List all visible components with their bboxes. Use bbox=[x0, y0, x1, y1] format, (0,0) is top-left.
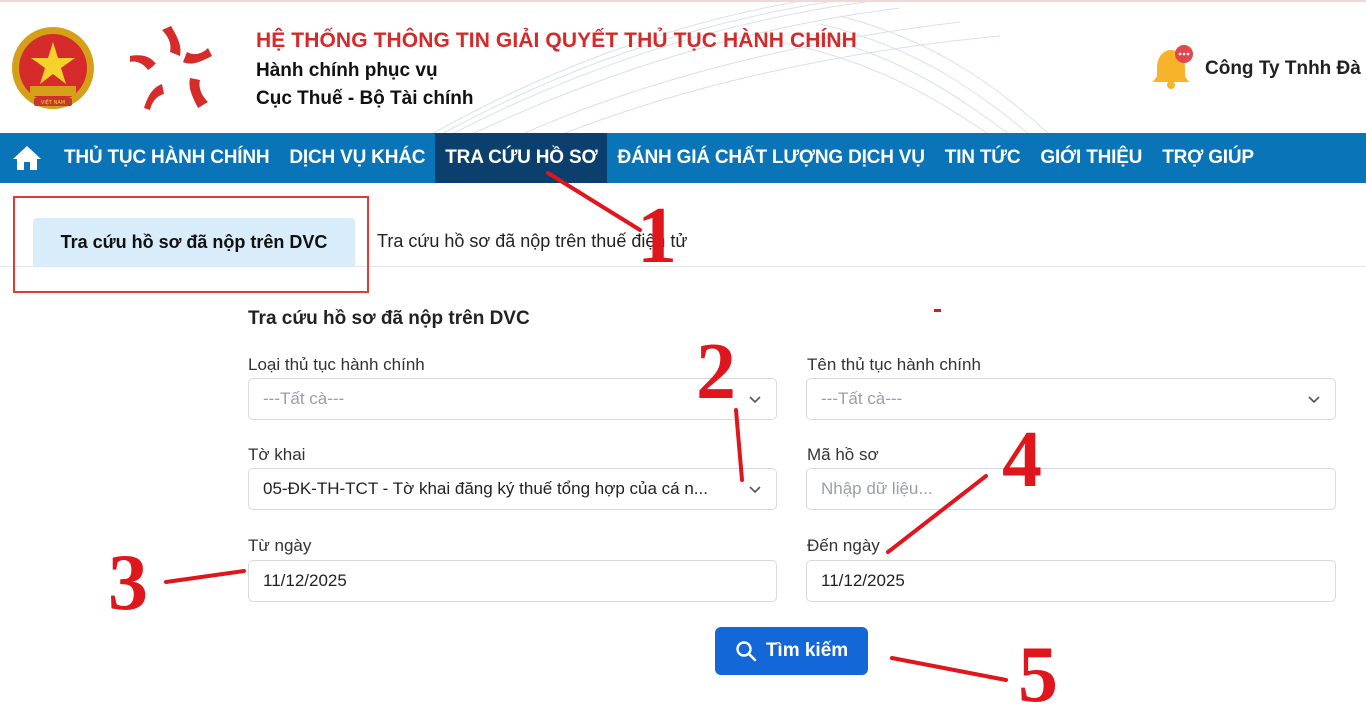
procedure-type-value: ---Tất cà--- bbox=[263, 389, 345, 408]
search-button-label: Tìm kiếm bbox=[765, 640, 849, 661]
procedure-name-label: Tên thủ tục hành chính bbox=[807, 355, 981, 374]
nav-item-other-services[interactable]: DỊCH VỤ KHÁC bbox=[279, 133, 435, 183]
header: VIỆT NAM HỆ THỐNG THÔNG TIN GIẢI QUYẾT T… bbox=[0, 0, 1366, 133]
from-date-label: Từ ngày bbox=[248, 536, 312, 555]
from-date-input[interactable]: 11/12/2025 bbox=[248, 560, 777, 602]
nav-item-about[interactable]: GIỚI THIỆU bbox=[1030, 133, 1152, 183]
user-account-name[interactable]: Công Ty Tnhh Đà bbox=[1205, 58, 1361, 80]
form-title: Tra cứu hồ sơ đã nộp trên DVC bbox=[248, 308, 530, 329]
nav-item-service-evaluation[interactable]: ĐÁNH GIÁ CHẤT LƯỢNG DỊCH VỤ bbox=[607, 133, 934, 183]
from-date-value: 11/12/2025 bbox=[263, 571, 347, 590]
to-date-input[interactable]: 11/12/2025 bbox=[806, 560, 1336, 602]
home-icon bbox=[13, 146, 41, 170]
system-subtitle: Hành chính phục vụ bbox=[256, 60, 438, 81]
annotation-step-3: 3 bbox=[108, 539, 148, 627]
declaration-select[interactable]: 05-ĐK-TH-TCT - Tờ khai đăng ký thuế tổng… bbox=[248, 468, 777, 510]
svg-text:VIỆT NAM: VIỆT NAM bbox=[41, 98, 65, 106]
annotation-step-2: 2 bbox=[696, 328, 736, 416]
declaration-value: 05-ĐK-TH-TCT - Tờ khai đăng ký thuế tổng… bbox=[263, 479, 708, 498]
annotation-mark bbox=[934, 309, 941, 312]
search-icon bbox=[736, 641, 757, 662]
national-emblem-icon: VIỆT NAM bbox=[12, 27, 94, 109]
main-nav: THỦ TỤC HÀNH CHÍNH DỊCH VỤ KHÁC TRA CỨU … bbox=[0, 133, 1366, 183]
nav-item-news[interactable]: TIN TỨC bbox=[935, 133, 1031, 183]
home-nav-button[interactable] bbox=[0, 133, 54, 183]
file-code-label: Mã hồ sơ bbox=[807, 445, 879, 464]
nav-item-file-lookup[interactable]: TRA CỨU HỒ SƠ bbox=[435, 133, 608, 183]
bell-icon[interactable] bbox=[1151, 42, 1197, 90]
chevron-down-icon bbox=[1308, 396, 1320, 404]
procedure-name-value: ---Tất cà--- bbox=[821, 389, 903, 408]
annotation-line-3 bbox=[164, 569, 246, 584]
nav-item-help[interactable]: TRỢ GIÚP bbox=[1152, 133, 1264, 183]
to-date-value: 11/12/2025 bbox=[821, 571, 905, 590]
tab-dvc-lookup[interactable]: Tra cứu hồ sơ đã nộp trên DVC bbox=[33, 218, 355, 267]
chevron-down-icon bbox=[749, 486, 761, 494]
service-star-logo-icon bbox=[130, 26, 212, 110]
chevron-down-icon bbox=[749, 396, 761, 404]
annotation-line-5 bbox=[890, 656, 1008, 682]
procedure-type-label: Loại thủ tục hành chính bbox=[248, 355, 425, 374]
system-title: HỆ THỐNG THÔNG TIN GIẢI QUYẾT THỦ TỤC HÀ… bbox=[256, 29, 857, 52]
annotation-step-5: 5 bbox=[1018, 631, 1058, 719]
file-code-placeholder: Nhập dữ liệu... bbox=[821, 479, 933, 498]
file-code-input[interactable]: Nhập dữ liệu... bbox=[806, 468, 1336, 510]
annotation-step-4: 4 bbox=[1002, 416, 1042, 504]
search-button[interactable]: Tìm kiếm bbox=[715, 627, 868, 675]
nav-item-administrative-procedures[interactable]: THỦ TỤC HÀNH CHÍNH bbox=[54, 133, 279, 183]
to-date-label: Đến ngày bbox=[807, 536, 880, 555]
annotation-step-1: 1 bbox=[637, 192, 677, 280]
agency-name: Cục Thuế - Bộ Tài chính bbox=[256, 88, 474, 109]
lookup-tabs: Tra cứu hồ sơ đã nộp trên DVC Tra cứu hồ… bbox=[0, 205, 1366, 267]
declaration-label: Tờ khai bbox=[248, 445, 306, 464]
procedure-name-select[interactable]: ---Tất cà--- bbox=[806, 378, 1336, 420]
